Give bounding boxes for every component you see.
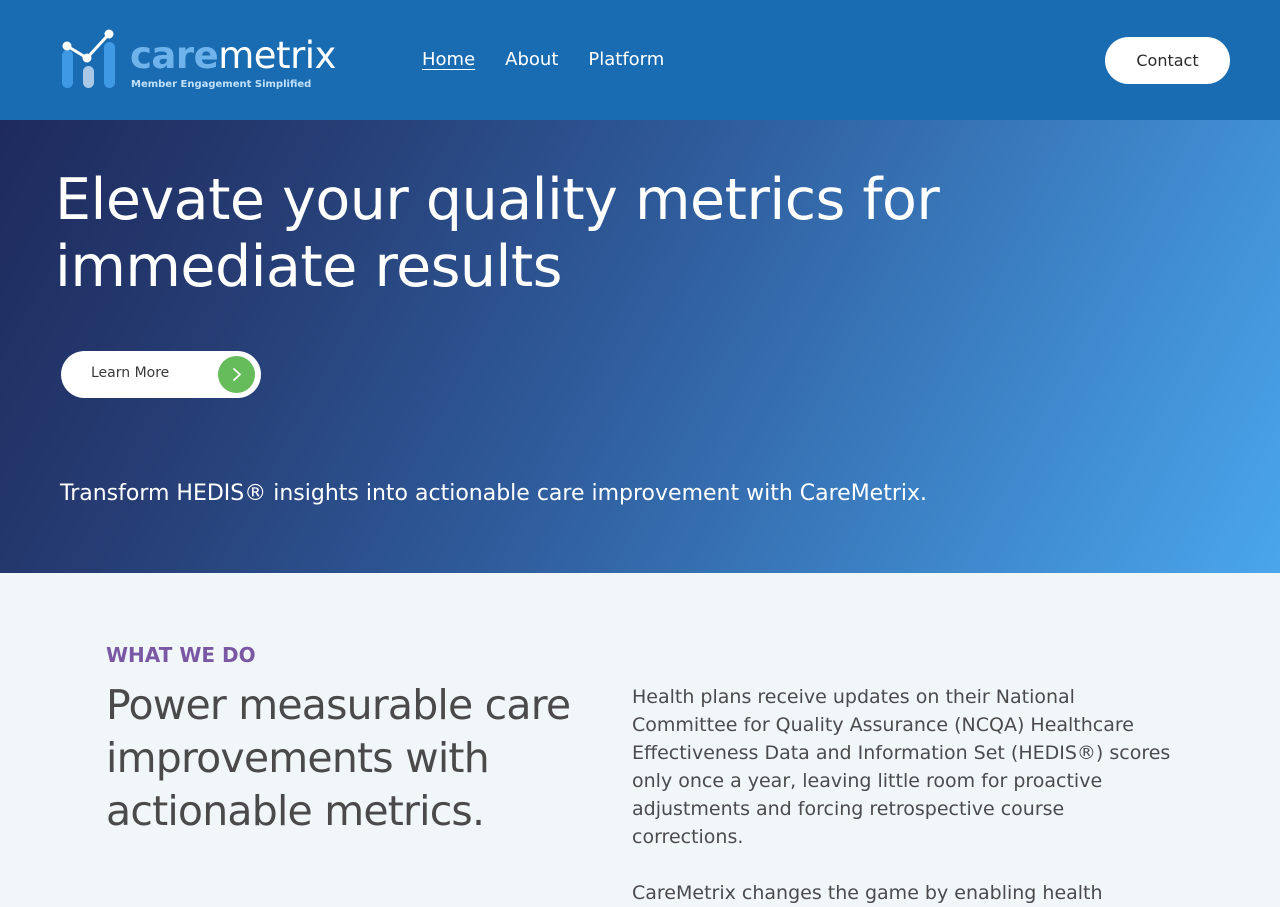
what-we-do-section: WHAT WE DO Power measurable care improve… xyxy=(0,573,1280,904)
section-eyebrow: WHAT WE DO xyxy=(106,643,256,667)
contact-button[interactable]: Contact xyxy=(1105,37,1230,84)
logo-word-metrix: metrix xyxy=(218,34,336,77)
learn-more-label: Learn More xyxy=(91,365,170,381)
logo-mark-icon xyxy=(62,29,115,88)
logo-wordmark: caremetrix xyxy=(130,34,336,78)
section-paragraph-1: Health plans receive updates on their Na… xyxy=(632,686,1171,848)
logo-word-care: care xyxy=(130,34,219,77)
nav-item-home[interactable]: Home xyxy=(422,48,475,72)
logo-tagline: Member Engagement Simplified xyxy=(131,79,312,90)
site-header: caremetrix Member Engagement Simplified … xyxy=(0,0,1280,120)
section-paragraph-2: CareMetrix changes the game by enabling … xyxy=(632,882,1103,904)
caremetrix-logo[interactable]: caremetrix Member Engagement Simplified xyxy=(58,28,338,98)
hero-title: Elevate your quality metrics for immedia… xyxy=(55,167,940,300)
nav-item-platform[interactable]: Platform xyxy=(588,48,664,72)
chevron-right-icon xyxy=(218,356,255,393)
nav-item-about[interactable]: About xyxy=(505,48,558,72)
learn-more-button[interactable]: Learn More xyxy=(61,351,261,398)
section-title: Power measurable care improvements with … xyxy=(106,681,571,835)
hero-subtitle: Transform HEDIS® insights into actionabl… xyxy=(60,481,928,506)
hero-section: Elevate your quality metrics for immedia… xyxy=(0,120,1280,573)
main-nav: Home About Platform xyxy=(422,48,664,72)
